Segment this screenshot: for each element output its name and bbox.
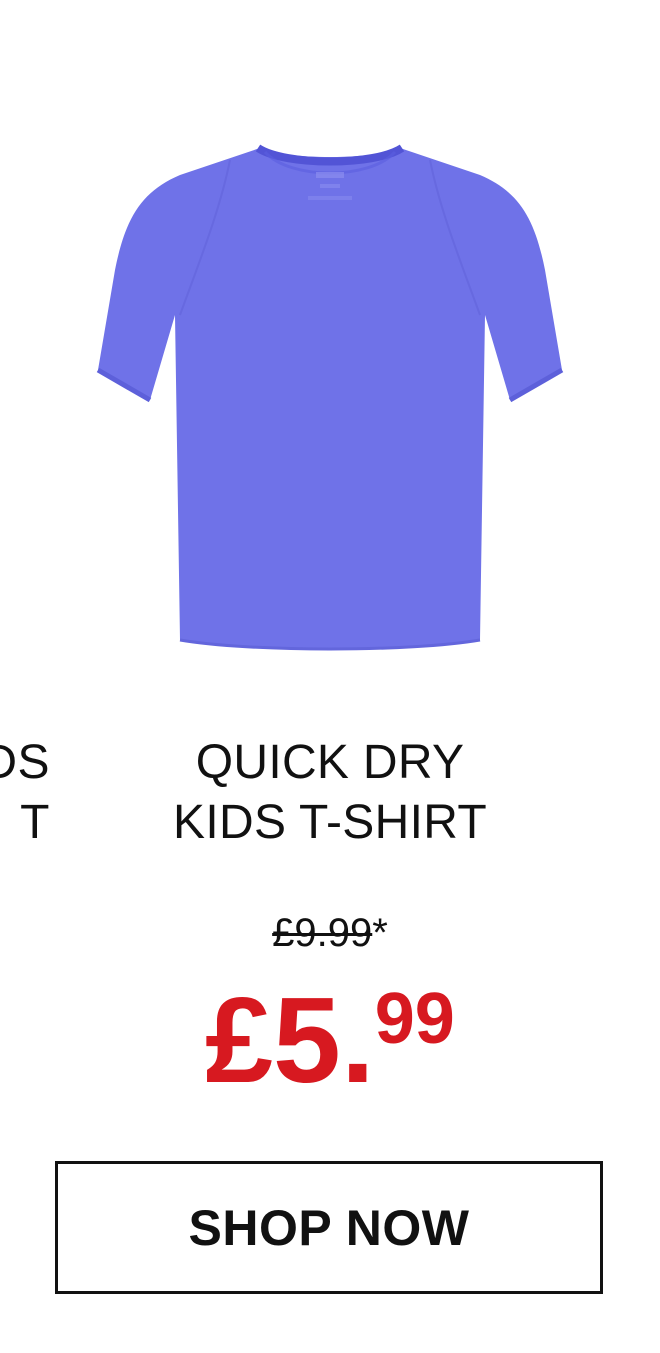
product-title-line2: KIDS T-SHIRT — [173, 796, 487, 849]
original-price-value: £9.99 — [272, 911, 373, 955]
shop-now-button[interactable]: SHOP NOW — [55, 1161, 603, 1294]
product-image-tshirt[interactable] — [80, 130, 580, 670]
sale-price-cents: 99 — [374, 979, 455, 1059]
original-price: £9.99* — [160, 908, 500, 958]
previous-product-title-line2: T — [20, 796, 50, 849]
previous-product-title-line1: DS — [0, 736, 50, 789]
product-title[interactable]: QUICK DRY KIDS T-SHIRT — [100, 733, 560, 853]
original-price-asterisk: * — [372, 911, 388, 955]
previous-product-title-fragment[interactable]: DS T — [0, 733, 50, 853]
sale-price: £5.99 — [130, 975, 530, 1105]
shop-now-button-label: SHOP NOW — [188, 1199, 470, 1256]
product-title-line1: QUICK DRY — [195, 736, 465, 789]
sale-price-main: £5. — [205, 972, 375, 1108]
